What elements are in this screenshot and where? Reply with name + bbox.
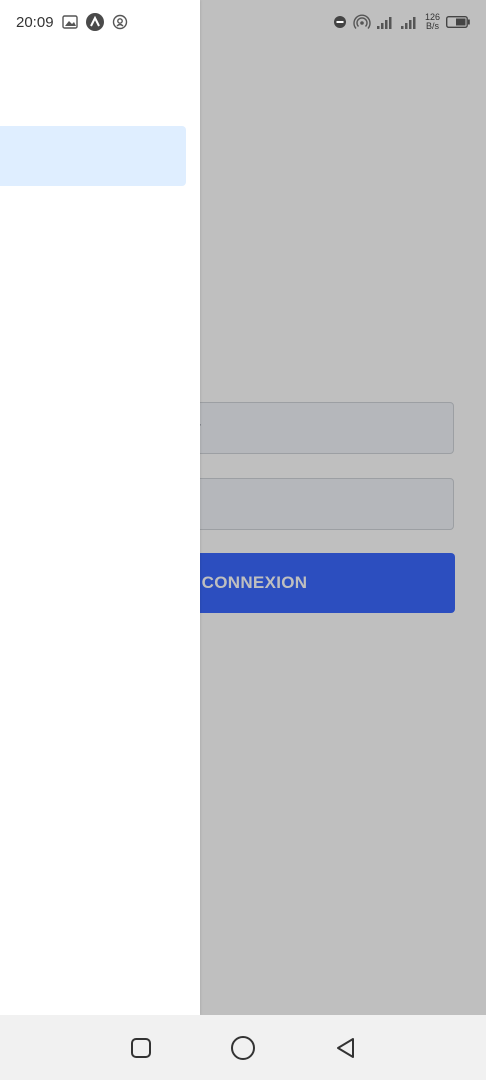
recents-icon — [131, 1037, 151, 1058]
home-button[interactable] — [223, 1028, 263, 1068]
recents-button[interactable] — [121, 1028, 161, 1068]
back-icon — [337, 1037, 354, 1058]
navigation-drawer — [0, 0, 200, 1015]
back-button[interactable] — [325, 1028, 365, 1068]
system-nav-bar — [0, 1015, 486, 1080]
drawer-item-selected[interactable] — [0, 126, 186, 186]
home-icon — [231, 1035, 255, 1060]
